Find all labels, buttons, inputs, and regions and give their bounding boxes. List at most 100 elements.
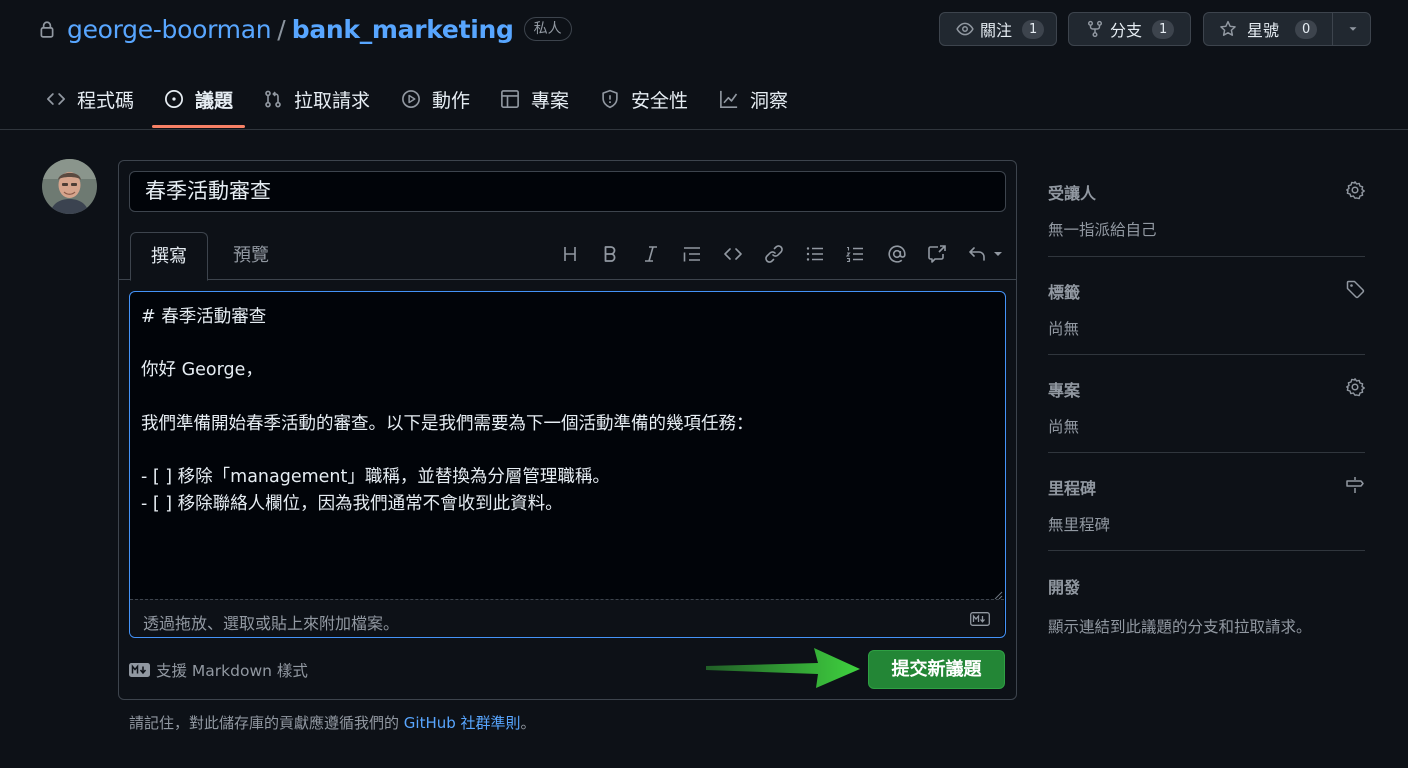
sidebar-divider <box>1048 452 1365 453</box>
tab-write[interactable]: 撰寫 <box>130 232 208 281</box>
tab-issues[interactable]: 議題 <box>164 86 233 112</box>
link-icon[interactable] <box>764 244 784 264</box>
tab-projects[interactable]: 專案 <box>500 86 569 112</box>
tab-actions[interactable]: 動作 <box>401 86 470 112</box>
tab-label: 拉取請求 <box>294 89 371 112</box>
repo-nav-tabs: 程式碼 議題 拉取請求 動作 專案 安全性 洞察 <box>0 80 1408 130</box>
milestone-icon[interactable] <box>1345 475 1365 495</box>
visibility-badge: 私人 <box>523 17 572 41</box>
contribution-guidelines-note: 請記住，對此儲存庫的貢獻應遵循我們的 GitHub 社群準則。 <box>129 712 536 733</box>
footer-end: 。 <box>520 714 536 732</box>
sidebar-assignees: 受讓人 無一指派給自己 <box>1048 180 1365 240</box>
milestone-value: 無里程碑 <box>1048 516 1111 534</box>
triangle-down-icon[interactable] <box>1346 22 1360 36</box>
active-tab-indicator <box>152 125 245 128</box>
body-line <box>141 437 754 464</box>
sidebar-labels: 標籤 尚無 <box>1048 279 1365 339</box>
table-icon <box>501 90 519 108</box>
body-line: - [ ] 移除「management」職稱，並替換為分層管理職稱。 <box>141 467 610 488</box>
bold-icon[interactable] <box>600 244 620 264</box>
unordered-list-icon[interactable] <box>805 244 825 264</box>
lock-icon <box>40 21 54 38</box>
repo-owner-link[interactable]: george-boorman <box>67 15 272 44</box>
submit-new-issue-button[interactable]: 提交新議題 <box>868 650 1005 689</box>
mention-icon[interactable] <box>887 244 907 264</box>
fork-count: 1 <box>1152 19 1175 39</box>
ordered-list-icon[interactable] <box>845 244 865 264</box>
tab-pull-requests[interactable]: 拉取請求 <box>263 86 370 112</box>
user-avatar-image <box>42 159 97 214</box>
heading-icon[interactable] <box>560 244 580 264</box>
tab-label: 動作 <box>432 89 471 112</box>
italic-icon[interactable] <box>641 244 661 264</box>
code-icon[interactable] <box>723 244 743 264</box>
shield-icon <box>602 89 618 109</box>
projects-heading: 專案 <box>1048 381 1081 400</box>
tab-code[interactable]: 程式碼 <box>46 86 134 112</box>
eye-icon <box>956 22 974 36</box>
sidebar-divider <box>1048 550 1365 551</box>
tab-label: 專案 <box>531 89 570 112</box>
sidebar-projects: 專案 尚無 <box>1048 377 1365 437</box>
sidebar-divider <box>1048 256 1365 257</box>
watch-count: 1 <box>1022 19 1045 39</box>
body-line: - [ ] 移除聯絡人欄位，因為我們通常不會收到此資料。 <box>141 493 563 514</box>
watch-label: 關注 <box>980 21 1013 40</box>
star-button[interactable]: 星號 0 <box>1203 12 1371 46</box>
avatar[interactable] <box>42 159 97 214</box>
labels-heading: 標籤 <box>1048 283 1081 302</box>
body-line: 你好 George， <box>141 360 263 381</box>
community-guidelines-link[interactable]: GitHub 社群準則 <box>404 714 521 732</box>
body-line <box>141 384 754 411</box>
gear-icon[interactable] <box>1345 377 1365 397</box>
tab-label: 安全性 <box>631 89 689 112</box>
fork-button[interactable]: 分支 1 <box>1068 12 1191 46</box>
repo-separator: / <box>277 14 286 44</box>
gear-icon[interactable] <box>1345 180 1365 200</box>
body-line: 我們準備開始春季活動的審查。以下是我們需要為下一個活動準備的幾項任務： <box>141 413 754 434</box>
tab-insights[interactable]: 洞察 <box>719 86 788 112</box>
assignees-value[interactable]: 無一指派給自己 <box>1048 218 1365 240</box>
graph-icon <box>720 90 738 108</box>
star-divider <box>1332 13 1333 45</box>
repo-name-link[interactable]: bank_marketing <box>292 15 514 44</box>
git-pull-request-icon <box>265 90 281 108</box>
sidebar-milestone: 里程碑 無里程碑 <box>1048 475 1365 535</box>
code-icon <box>47 93 65 105</box>
repo-header: george-boorman / bank_marketing 私人 <box>38 12 572 46</box>
tag-icon[interactable] <box>1345 279 1365 299</box>
tab-label: 議題 <box>195 89 234 112</box>
file-attachment-dropzone[interactable]: 透過拖放、選取或貼上來附加檔案。 <box>130 599 1004 637</box>
fork-label: 分支 <box>1110 21 1143 40</box>
markdown-icon <box>129 663 150 677</box>
star-label: 星號 <box>1247 21 1280 40</box>
labels-value: 尚無 <box>1048 320 1080 338</box>
watch-button[interactable]: 關注 1 <box>939 12 1057 46</box>
issue-body-content: # 春季活動審查 你好 George， 我們準備開始春季活動的審查。以下是我們需… <box>141 304 754 518</box>
tab-label: 洞察 <box>750 89 789 112</box>
tab-security[interactable]: 安全性 <box>600 86 688 112</box>
issue-body-textarea[interactable]: # 春季活動審查 你好 George， 我們準備開始春季活動的審查。以下是我們需… <box>129 291 1006 638</box>
cross-reference-icon[interactable] <box>927 244 947 264</box>
body-line <box>141 331 754 358</box>
repo-forked-icon <box>1087 20 1103 38</box>
attach-hint: 透過拖放、選取或貼上來附加檔案。 <box>143 614 400 633</box>
milestone-heading: 里程碑 <box>1048 479 1097 498</box>
markdown-support-note[interactable]: 支援 Markdown 樣式 <box>129 660 308 680</box>
body-line: # 春季活動審查 <box>141 307 267 327</box>
annotation-arrow <box>706 648 860 688</box>
sidebar-divider <box>1048 354 1365 355</box>
assignees-heading: 受讓人 <box>1048 184 1097 203</box>
markdown-support-label: 支援 Markdown 樣式 <box>156 662 308 680</box>
tab-preview[interactable]: 預覽 <box>219 232 283 281</box>
development-heading: 開發 <box>1048 578 1081 597</box>
footer-text: 請記住，對此儲存庫的貢獻應遵循我們的 <box>129 714 404 732</box>
development-value: 顯示連結到此議題的分支和拉取請求。 <box>1048 618 1312 636</box>
issue-title-input[interactable]: 春季活動審查 <box>129 171 1006 212</box>
projects-value: 尚無 <box>1048 418 1080 436</box>
issue-opened-icon <box>165 90 183 108</box>
reply-icon[interactable] <box>967 244 1005 264</box>
star-icon <box>1220 20 1236 36</box>
star-count: 0 <box>1295 19 1318 39</box>
quote-icon[interactable] <box>682 244 702 264</box>
